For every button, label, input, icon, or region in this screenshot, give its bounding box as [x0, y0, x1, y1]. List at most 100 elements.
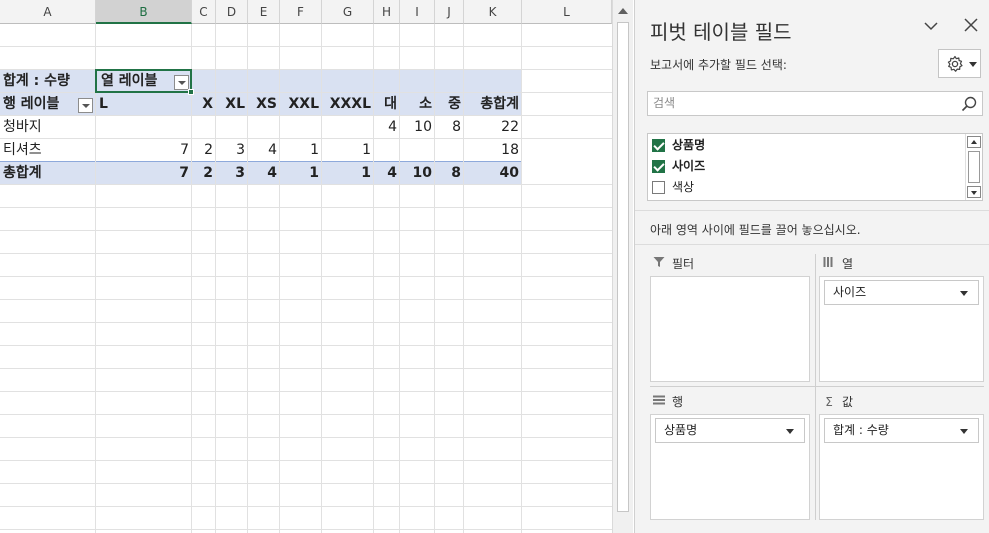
gridline: [0, 184, 612, 185]
row-total-cell[interactable]: 18: [464, 139, 522, 161]
sheet-vertical-scrollbar[interactable]: [612, 0, 633, 533]
size-header-xs[interactable]: XS: [248, 93, 280, 115]
grand-total-cell[interactable]: 8: [435, 162, 464, 184]
pivot-value-header[interactable]: 합계 : 수량: [3, 70, 70, 92]
grand-total-cell[interactable]: 4: [374, 162, 400, 184]
checkbox-checked[interactable]: [652, 160, 665, 173]
row-labels-filter-button[interactable]: [78, 98, 93, 113]
size-header-medium[interactable]: 중: [435, 93, 464, 115]
size-header-small[interactable]: 소: [400, 93, 435, 115]
rows-icon: [652, 392, 666, 412]
columns-icon: [822, 254, 836, 274]
value-cell[interactable]: 4: [248, 139, 280, 161]
gridline: [95, 24, 96, 533]
field-list-scrollbar[interactable]: [965, 134, 982, 200]
filter-area-title: 필터: [652, 254, 694, 274]
filter-drop-area[interactable]: [650, 276, 810, 382]
size-header-xxl[interactable]: XXL: [280, 93, 322, 115]
search-icon[interactable]: [961, 96, 977, 116]
row-label-tshirt[interactable]: 티셔츠: [3, 139, 42, 161]
field-list[interactable]: 상품명 사이즈 색상: [647, 133, 983, 201]
dropdown-arrow-icon[interactable]: [786, 429, 794, 434]
grand-total-cell[interactable]: 1: [280, 162, 322, 184]
worksheet[interactable]: A B C D E F G H I J K L 합계 : 수량 열 레이블 행: [0, 0, 612, 533]
field-label: 색상: [672, 180, 695, 194]
scroll-thumb[interactable]: [617, 22, 629, 512]
area-field-label: 합계 : 수량: [833, 423, 889, 437]
grand-total-cell[interactable]: 3: [216, 162, 248, 184]
size-header-xl[interactable]: XL: [216, 93, 248, 115]
grand-total-overall[interactable]: 40: [464, 162, 522, 184]
scroll-up-button[interactable]: [967, 136, 981, 148]
grand-total-cell[interactable]: 10: [400, 162, 435, 184]
row-total-cell[interactable]: 22: [464, 116, 522, 138]
filter-icon: [652, 254, 666, 274]
value-cell[interactable]: 10: [400, 116, 435, 138]
value-cell[interactable]: 4: [374, 116, 400, 138]
column-header-i[interactable]: I: [400, 0, 435, 24]
search-input[interactable]: [653, 92, 953, 114]
size-header-large[interactable]: 대: [374, 93, 400, 115]
gridline: [0, 368, 612, 369]
field-search-box[interactable]: [647, 91, 983, 116]
grand-total-label[interactable]: 총합계: [3, 162, 42, 184]
gridline: [0, 483, 612, 484]
column-header-k[interactable]: K: [464, 0, 522, 24]
grand-total-header[interactable]: 총합계: [464, 93, 522, 115]
scroll-up-arrow-icon[interactable]: [618, 8, 628, 14]
size-header-xxxl[interactable]: XXXL: [322, 93, 374, 115]
rows-area-label: 행: [672, 395, 684, 409]
value-cell[interactable]: 3: [216, 139, 248, 161]
value-cell[interactable]: 8: [435, 116, 464, 138]
column-header-a[interactable]: A: [0, 0, 96, 24]
value-cell[interactable]: 2: [192, 139, 216, 161]
value-cell[interactable]: 1: [322, 139, 374, 161]
checkbox-unchecked[interactable]: [652, 181, 665, 194]
dropdown-arrow-icon[interactable]: [960, 291, 968, 296]
chevron-down-icon[interactable]: [923, 18, 939, 38]
grand-total-cell[interactable]: 7: [96, 162, 192, 184]
gridline: [0, 253, 612, 254]
column-header-l[interactable]: L: [522, 0, 612, 24]
values-drop-area[interactable]: 합계 : 수량: [819, 414, 984, 520]
gridline: [0, 322, 612, 323]
values-area-title: Σ값: [822, 392, 853, 412]
size-header-l[interactable]: L: [99, 93, 108, 115]
column-header-h[interactable]: H: [374, 0, 400, 24]
field-label: 사이즈: [672, 159, 706, 173]
grand-total-cell[interactable]: 2: [192, 162, 216, 184]
field-settings-button[interactable]: [938, 49, 981, 78]
gridline: [0, 391, 612, 392]
grand-total-cell[interactable]: 1: [322, 162, 374, 184]
divider: [635, 210, 989, 211]
gear-icon: [946, 55, 964, 77]
column-header-e[interactable]: E: [248, 0, 280, 24]
column-header-b[interactable]: B: [96, 0, 192, 24]
columns-field-size[interactable]: 사이즈: [824, 280, 979, 305]
grand-total-cell[interactable]: 4: [248, 162, 280, 184]
field-label: 상품명: [672, 138, 706, 152]
column-header-j[interactable]: J: [435, 0, 464, 24]
column-header-c[interactable]: C: [192, 0, 216, 24]
scroll-down-button[interactable]: [967, 186, 981, 198]
row-label-jeans[interactable]: 청바지: [3, 116, 42, 138]
rows-field-product[interactable]: 상품명: [655, 418, 805, 443]
value-cell[interactable]: 1: [280, 139, 322, 161]
column-header-f[interactable]: F: [280, 0, 322, 24]
scroll-thumb[interactable]: [968, 151, 980, 183]
size-header-x[interactable]: X: [192, 93, 216, 115]
dropdown-arrow-icon[interactable]: [960, 429, 968, 434]
gridline: [0, 299, 612, 300]
values-field-sum-quantity[interactable]: 합계 : 수량: [824, 418, 979, 443]
column-header-d[interactable]: D: [216, 0, 248, 24]
columns-drop-area[interactable]: 사이즈: [819, 276, 984, 382]
column-header-g[interactable]: G: [322, 0, 374, 24]
checkbox-checked[interactable]: [652, 139, 665, 152]
caret-down-icon: [969, 62, 977, 67]
pivot-row-labels-header[interactable]: 행 레이블: [3, 93, 59, 115]
rows-drop-area[interactable]: 상품명: [650, 414, 810, 520]
value-cell[interactable]: 7: [96, 139, 192, 161]
pivot-field-pane: 피벗 테이블 필드 보고서에 추가할 필드 선택: 상품명 사이즈: [634, 0, 989, 533]
close-icon[interactable]: [964, 18, 978, 36]
selected-cell-b[interactable]: [95, 69, 192, 93]
